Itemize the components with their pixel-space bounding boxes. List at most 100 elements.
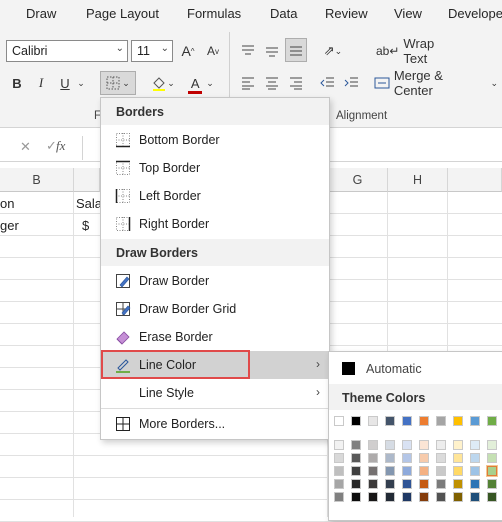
shade-color-swatch[interactable] xyxy=(334,479,344,489)
theme-color-swatch[interactable] xyxy=(402,416,412,426)
shade-color-swatch[interactable] xyxy=(402,479,412,489)
decrease-indent-button[interactable] xyxy=(318,72,338,94)
shade-color-swatch[interactable] xyxy=(470,492,480,502)
top-align-button[interactable] xyxy=(238,40,258,62)
align-center-button[interactable] xyxy=(262,72,282,94)
shade-color-swatch[interactable] xyxy=(385,492,395,502)
shade-color-swatch[interactable] xyxy=(419,440,429,450)
shade-color-swatch[interactable] xyxy=(351,453,361,463)
align-right-button[interactable] xyxy=(286,72,306,94)
orientation-button[interactable]: ⇗ ⌄ xyxy=(318,40,348,62)
shade-color-swatch[interactable] xyxy=(436,479,446,489)
column-header-c[interactable] xyxy=(74,168,100,192)
column-header-b[interactable]: B xyxy=(0,168,74,192)
theme-color-swatch[interactable] xyxy=(436,416,446,426)
shade-color-swatch[interactable] xyxy=(368,440,378,450)
column-header-i[interactable] xyxy=(448,168,502,192)
font-color-button[interactable]: A ⌄ xyxy=(185,72,217,94)
theme-color-swatch[interactable] xyxy=(487,416,497,426)
merge-center-button[interactable]: Merge & Center ⌄ xyxy=(374,68,498,98)
theme-color-swatch[interactable] xyxy=(419,416,429,426)
theme-color-swatch[interactable] xyxy=(470,416,480,426)
shade-color-swatch[interactable] xyxy=(419,492,429,502)
shade-color-swatch[interactable] xyxy=(368,453,378,463)
shade-color-swatch[interactable] xyxy=(402,466,412,476)
shade-color-swatch[interactable] xyxy=(436,440,446,450)
bold-button[interactable]: B xyxy=(8,72,26,94)
increase-font-button[interactable]: A ^ xyxy=(178,40,198,62)
menu-item-top-border[interactable]: Top Border xyxy=(101,154,329,182)
bottom-align-button[interactable] xyxy=(285,38,307,62)
shade-color-swatch[interactable] xyxy=(402,453,412,463)
shade-color-swatch[interactable] xyxy=(419,466,429,476)
shade-color-swatch[interactable] xyxy=(487,492,497,502)
wrap-text-button[interactable]: ab↵ Wrap Text xyxy=(376,36,452,66)
shade-color-swatch[interactable] xyxy=(453,492,463,502)
theme-color-swatch[interactable] xyxy=(351,416,361,426)
shade-color-swatch[interactable] xyxy=(385,479,395,489)
shade-color-swatch[interactable] xyxy=(487,453,497,463)
shade-color-swatch[interactable] xyxy=(453,440,463,450)
shade-color-swatch[interactable] xyxy=(334,492,344,502)
fill-color-button[interactable]: ⌄ xyxy=(148,72,178,94)
tab-formulas[interactable]: Formulas xyxy=(187,6,241,21)
function-icon[interactable]: fx xyxy=(56,138,65,154)
shade-color-swatch[interactable] xyxy=(351,466,361,476)
shade-color-swatch[interactable] xyxy=(453,466,463,476)
shade-color-swatch[interactable] xyxy=(436,466,446,476)
shade-color-swatch[interactable] xyxy=(470,466,480,476)
tab-review[interactable]: Review xyxy=(325,6,368,21)
menu-item-more-borders[interactable]: More Borders... xyxy=(101,410,329,438)
shade-color-swatch[interactable] xyxy=(368,466,378,476)
underline-button[interactable]: U xyxy=(56,72,74,94)
tab-view[interactable]: View xyxy=(394,6,422,21)
shade-color-swatch[interactable] xyxy=(470,479,480,489)
shade-color-swatch[interactable] xyxy=(368,492,378,502)
shade-color-swatch[interactable] xyxy=(385,466,395,476)
shade-color-swatch[interactable] xyxy=(486,465,498,477)
font-name-select[interactable]: Calibri ⌄ xyxy=(6,40,128,62)
shade-color-swatch[interactable] xyxy=(453,453,463,463)
shade-color-swatch[interactable] xyxy=(470,440,480,450)
shade-color-swatch[interactable] xyxy=(487,479,497,489)
column-header-h[interactable]: H xyxy=(388,168,448,192)
cell-c1[interactable]: Sala xyxy=(76,196,102,211)
shade-color-swatch[interactable] xyxy=(385,453,395,463)
shade-color-swatch[interactable] xyxy=(419,479,429,489)
menu-item-bottom-border[interactable]: Bottom Border xyxy=(101,126,329,154)
cancel-icon[interactable]: ✕ xyxy=(20,139,31,155)
theme-color-swatch[interactable] xyxy=(453,416,463,426)
shade-color-swatch[interactable] xyxy=(368,479,378,489)
increase-indent-button[interactable] xyxy=(342,72,362,94)
shade-color-swatch[interactable] xyxy=(487,440,497,450)
align-left-button[interactable] xyxy=(238,72,258,94)
menu-item-erase-border[interactable]: Erase Border xyxy=(101,323,329,351)
shade-color-swatch[interactable] xyxy=(351,492,361,502)
tab-data[interactable]: Data xyxy=(270,6,297,21)
font-size-select[interactable]: 11 ⌄ xyxy=(131,40,173,62)
shade-color-swatch[interactable] xyxy=(351,440,361,450)
shade-color-swatch[interactable] xyxy=(334,466,344,476)
shade-color-swatch[interactable] xyxy=(419,453,429,463)
shade-color-swatch[interactable] xyxy=(402,440,412,450)
menu-item-line-style[interactable]: Line Style › xyxy=(101,379,329,407)
shade-color-swatch[interactable] xyxy=(436,492,446,502)
automatic-color-option[interactable]: Automatic xyxy=(329,356,502,382)
tab-developer[interactable]: Develope xyxy=(448,6,502,21)
column-header-g[interactable]: G xyxy=(328,168,388,192)
theme-color-swatch[interactable] xyxy=(334,416,344,426)
shade-color-swatch[interactable] xyxy=(453,479,463,489)
borders-button[interactable]: ⌄ xyxy=(100,71,136,95)
menu-item-draw-border-grid[interactable]: Draw Border Grid xyxy=(101,295,329,323)
menu-item-right-border[interactable]: Right Border xyxy=(101,210,329,238)
tab-page-layout[interactable]: Page Layout xyxy=(86,6,159,21)
theme-color-swatch[interactable] xyxy=(368,416,378,426)
italic-button[interactable]: I xyxy=(32,72,50,94)
shade-color-swatch[interactable] xyxy=(351,479,361,489)
menu-item-left-border[interactable]: Left Border xyxy=(101,182,329,210)
shade-color-swatch[interactable] xyxy=(470,453,480,463)
shade-color-swatch[interactable] xyxy=(402,492,412,502)
decrease-font-button[interactable]: Av xyxy=(203,40,223,62)
cell-b1[interactable]: on xyxy=(0,196,14,211)
shade-color-swatch[interactable] xyxy=(334,453,344,463)
